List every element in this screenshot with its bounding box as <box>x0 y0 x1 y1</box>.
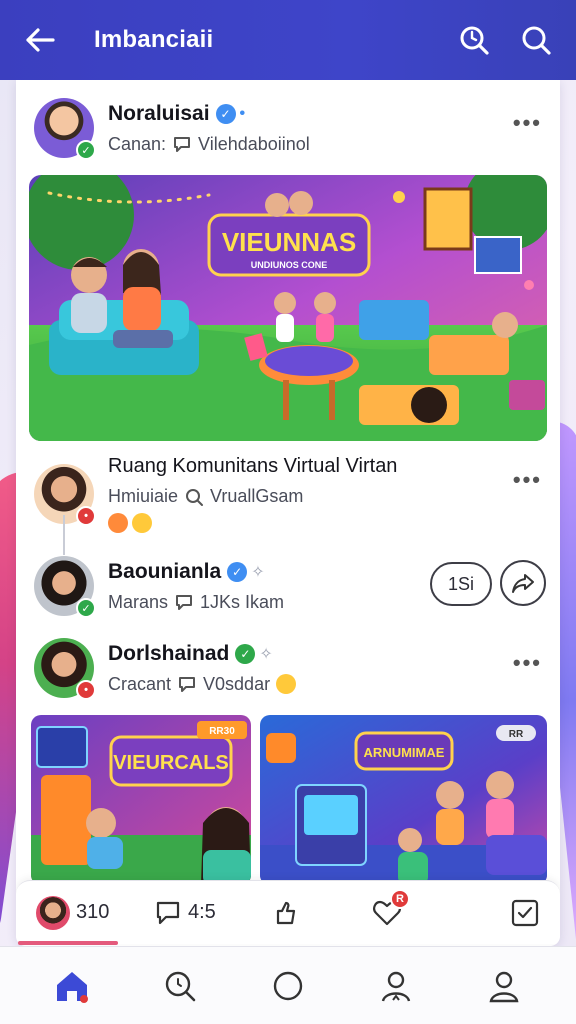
post-header[interactable]: • Dorlshainad ✓ ✧ Cracant V0sddar ••• <box>16 638 560 700</box>
reaction-smile-icon[interactable] <box>132 513 152 533</box>
post-meta-right: Vilehdaboiinol <box>198 133 310 154</box>
more-options-icon[interactable]: ••• <box>513 110 542 136</box>
verified-badge-icon: ✓ <box>215 103 236 124</box>
post-author-name: Baounianla <box>108 559 222 583</box>
post-header[interactable]: ✓ Noraluisai ✓ • Canan: Vilehdaboiinol •… <box>16 98 560 160</box>
sparkle-icon: • <box>239 104 246 122</box>
avatar[interactable]: • <box>34 638 96 700</box>
checkbox-save-icon <box>511 899 539 926</box>
avatar <box>36 895 70 930</box>
post-hero-image[interactable]: VIEUNNAS UNDIUNOS CONE <box>29 175 547 441</box>
post-meta-left: Hmiuiaie <box>108 486 179 506</box>
notification-badge: R <box>390 888 410 909</box>
tile-right-tag: RR <box>509 729 524 740</box>
tile-left-title: VIEURCALS <box>113 752 229 774</box>
tile-left-tag: RR30 <box>209 726 235 737</box>
comment-bubble-icon <box>179 677 196 692</box>
feed-card: ✓ Noraluisai ✓ • Canan: Vilehdaboiinol •… <box>16 80 560 946</box>
post-header[interactable]: • Ruang Komunitans Virtual Virtan Hmiuia… <box>16 455 560 533</box>
share-icon[interactable] <box>500 560 546 606</box>
comments-action[interactable]: 4:5 <box>154 899 272 927</box>
likes-count: 310 <box>76 901 110 923</box>
nav-profile[interactable] <box>474 956 534 1016</box>
thread-connector <box>63 515 65 555</box>
profile-icon <box>489 971 519 1002</box>
bottom-nav <box>0 946 576 1024</box>
search-icon <box>165 971 196 1001</box>
count-pill-button[interactable]: 1Si <box>430 562 492 606</box>
post-meta-left: Canan: <box>108 133 167 154</box>
hero-banner-title: VIEUNNAS <box>222 227 356 257</box>
thumbs-up-action[interactable] <box>272 899 372 927</box>
hero-banner-subtitle: UNDIUNOS CONE <box>251 260 328 270</box>
search-icon[interactable] <box>514 18 558 62</box>
smile-emoji-icon <box>276 674 297 694</box>
comment-icon <box>156 901 180 924</box>
sparkle-icon: ✧ <box>251 563 265 581</box>
post-author-name: Ruang Komunitans Virtual Virtan <box>108 455 398 477</box>
back-arrow-icon[interactable] <box>18 18 62 62</box>
post-meta-right: V0sddar <box>203 673 271 694</box>
post-action-bar: 310 4:5 R <box>16 880 560 944</box>
app-header: Imbanciaii <box>0 0 576 80</box>
comments-count: 4:5 <box>188 901 216 923</box>
nav-create[interactable] <box>258 956 318 1016</box>
post-tile-right[interactable]: ARNUMIMAE RR <box>260 715 547 885</box>
post-author-name: Noraluisai <box>108 101 210 125</box>
more-options-icon[interactable]: ••• <box>513 467 542 493</box>
page-title: Imbanciaii <box>94 26 214 53</box>
avatar[interactable]: ✓ <box>34 98 96 160</box>
post-author-name: Dorlshainad <box>108 641 230 665</box>
search-small-icon <box>186 488 204 506</box>
verified-check-icon: ✓ <box>76 140 96 160</box>
verified-badge-icon: ✓ <box>235 643 256 664</box>
home-icon <box>57 971 88 1003</box>
nav-home[interactable] <box>42 956 102 1016</box>
post-meta-left: Marans <box>108 591 169 612</box>
post-tile-left[interactable]: VIEURCALS RR30 <box>31 715 251 885</box>
reaction-angry-icon[interactable] <box>108 513 128 533</box>
favorite-action[interactable]: R <box>372 888 472 927</box>
post-meta-right: 1JKs Ikam <box>200 591 285 612</box>
comment-bubble-icon <box>174 137 191 152</box>
person-icon <box>381 971 411 1002</box>
sparkle-icon: ✧ <box>259 645 273 663</box>
verified-badge-icon: ✓ <box>227 561 248 582</box>
post-meta-right: VruallGsam <box>210 486 304 506</box>
thumbs-up-icon <box>276 901 296 924</box>
circle-icon <box>273 971 303 1000</box>
search-refresh-icon[interactable] <box>452 18 496 62</box>
post-meta-left: Cracant <box>108 673 172 694</box>
status-dot-icon: • <box>76 506 96 526</box>
avatar[interactable]: ✓ <box>34 556 96 618</box>
comment-bubble-icon <box>176 595 193 610</box>
more-options-icon[interactable]: ••• <box>513 650 542 676</box>
tile-right-title: ARNUMIMAE <box>364 745 445 760</box>
save-action[interactable] <box>510 898 540 928</box>
status-dot-icon: • <box>76 680 96 700</box>
nav-search[interactable] <box>150 956 210 1016</box>
likes-action[interactable]: 310 <box>36 895 154 930</box>
active-tab-indicator <box>18 941 118 945</box>
nav-community[interactable] <box>366 956 426 1016</box>
verified-check-icon: ✓ <box>76 598 96 618</box>
